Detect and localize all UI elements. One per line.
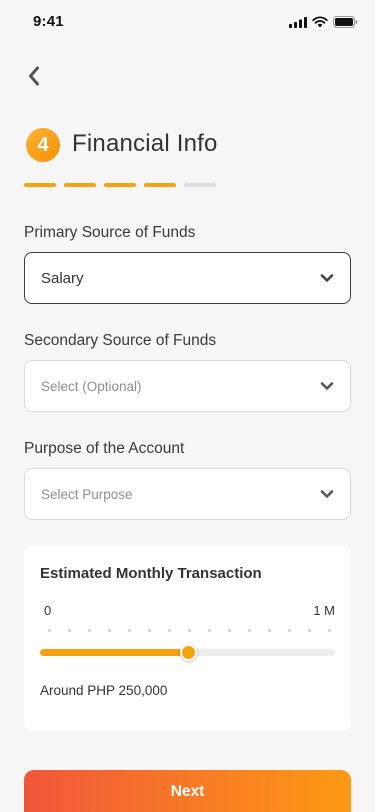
step-progress (24, 183, 216, 187)
progress-segment (104, 183, 136, 187)
chevron-down-icon (320, 489, 334, 499)
chevron-down-icon (320, 381, 334, 391)
slider-tick (248, 629, 251, 632)
range-max-label: 1 M (313, 603, 335, 618)
slider-tick (308, 629, 311, 632)
progress-segment (184, 183, 216, 187)
secondary-source-select[interactable]: Select (Optional) (24, 360, 351, 412)
slider-tick (148, 629, 151, 632)
primary-source-select[interactable]: Salary (24, 252, 351, 304)
wifi-icon (312, 16, 328, 28)
purpose-label: Purpose of the Account (24, 440, 185, 457)
slider-tick-marks (48, 629, 331, 633)
slider-fill (40, 649, 188, 656)
slider-tick (328, 629, 331, 632)
estimate-text: Around PHP 250,000 (40, 683, 168, 698)
progress-segment (144, 183, 176, 187)
slider-tick (188, 629, 191, 632)
slider-tick (68, 629, 71, 632)
slider-tick (48, 629, 51, 632)
monthly-transaction-card: Estimated Monthly Transaction 0 1 M Arou… (24, 545, 351, 731)
battery-icon (333, 16, 358, 28)
transaction-slider[interactable] (40, 644, 335, 661)
slider-tick (268, 629, 271, 632)
slider-tick (88, 629, 91, 632)
secondary-source-label: Secondary Source of Funds (24, 332, 217, 349)
primary-source-value: Salary (41, 269, 84, 287)
cellular-signal-icon (289, 16, 307, 28)
slider-tick (228, 629, 231, 632)
progress-segment (24, 183, 56, 187)
slider-tick (208, 629, 211, 632)
purpose-select[interactable]: Select Purpose (24, 468, 351, 520)
slider-tick (288, 629, 291, 632)
progress-segment (64, 183, 96, 187)
status-icons (289, 16, 358, 28)
primary-source-label: Primary Source of Funds (24, 224, 196, 241)
page-title: Financial Info (72, 130, 218, 157)
status-time: 9:41 (33, 13, 64, 30)
slider-tick (128, 629, 131, 632)
back-button[interactable] (20, 62, 48, 90)
slider-handle[interactable] (179, 644, 197, 661)
slider-tick (108, 629, 111, 632)
range-min-label: 0 (44, 603, 52, 618)
chevron-down-icon (320, 273, 334, 283)
chevron-left-icon (29, 66, 39, 86)
secondary-source-placeholder: Select (Optional) (41, 378, 142, 394)
next-button[interactable]: Next (24, 770, 351, 812)
status-bar: 9:41 (0, 0, 375, 44)
slider-tick (168, 629, 171, 632)
purpose-placeholder: Select Purpose (41, 486, 133, 502)
step-number-badge: 4 (26, 128, 60, 162)
monthly-transaction-title: Estimated Monthly Transaction (40, 565, 262, 582)
